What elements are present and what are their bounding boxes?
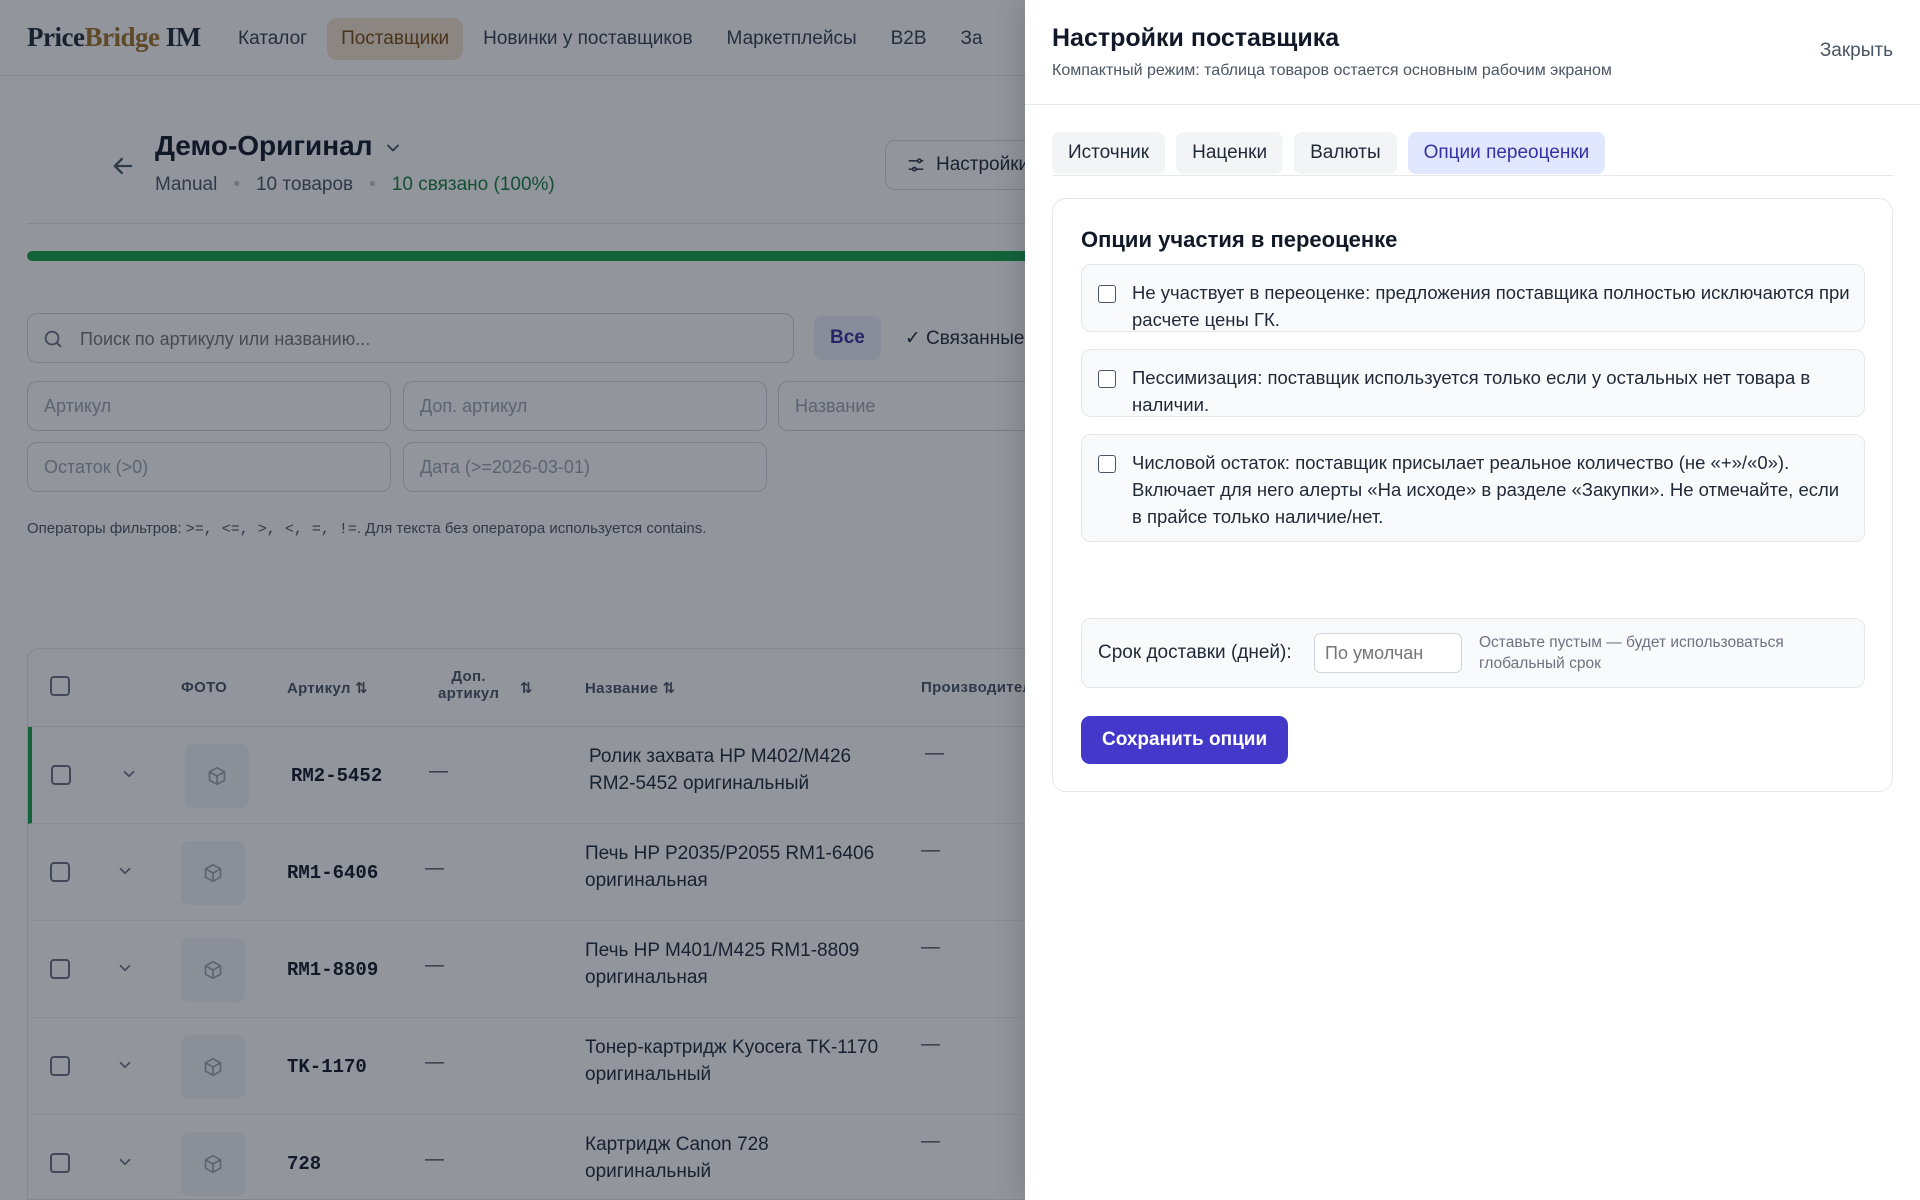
supplier-settings-drawer: Настройки поставщика Компактный режим: т… — [1025, 0, 1920, 1200]
modal-backdrop[interactable] — [0, 0, 1025, 1200]
option-checkbox[interactable] — [1098, 455, 1116, 473]
tab-currencies[interactable]: Валюты — [1294, 132, 1397, 174]
drawer-subtitle: Компактный режим: таблица товаров остает… — [1052, 62, 1612, 79]
option-pessimization[interactable]: Пессимизация: поставщик используется тол… — [1081, 349, 1865, 417]
option-label: Пессимизация: поставщик используется тол… — [1132, 367, 1811, 415]
drawer-header: Настройки поставщика Компактный режим: т… — [1025, 0, 1920, 105]
delivery-days-input[interactable] — [1314, 633, 1462, 673]
delivery-days-hint: Оставьте пустым — будет использоваться г… — [1479, 634, 1784, 672]
option-label: Не участвует в переоценке: предложения п… — [1132, 282, 1850, 330]
save-options-button[interactable]: Сохранить опции — [1081, 716, 1289, 764]
drawer-title: Настройки поставщика — [1052, 24, 1340, 52]
close-button[interactable]: Закрыть — [1820, 40, 1893, 62]
tab-repricing-options[interactable]: Опции переоценки — [1407, 132, 1606, 174]
drawer-tabs: Источник Наценки Валюты Опции переоценки — [1052, 132, 1893, 176]
section-title: Опции участия в переоценке — [1081, 227, 1398, 252]
option-exclude-from-repricing[interactable]: Не участвует в переоценке: предложения п… — [1081, 264, 1865, 332]
option-checkbox[interactable] — [1098, 285, 1116, 303]
delivery-days-row: Срок доставки (дней): Оставьте пустым — … — [1081, 618, 1865, 688]
option-label: Числовой остаток: поставщик присылает ре… — [1132, 452, 1840, 527]
repricing-options-card: Опции участия в переоценке Не участвует … — [1052, 198, 1893, 792]
option-checkbox[interactable] — [1098, 370, 1116, 388]
tab-source[interactable]: Источник — [1052, 132, 1166, 174]
delivery-days-label: Срок доставки (дней): — [1098, 642, 1292, 663]
tab-markups[interactable]: Наценки — [1176, 132, 1284, 174]
option-numeric-stock[interactable]: Числовой остаток: поставщик присылает ре… — [1081, 434, 1865, 542]
